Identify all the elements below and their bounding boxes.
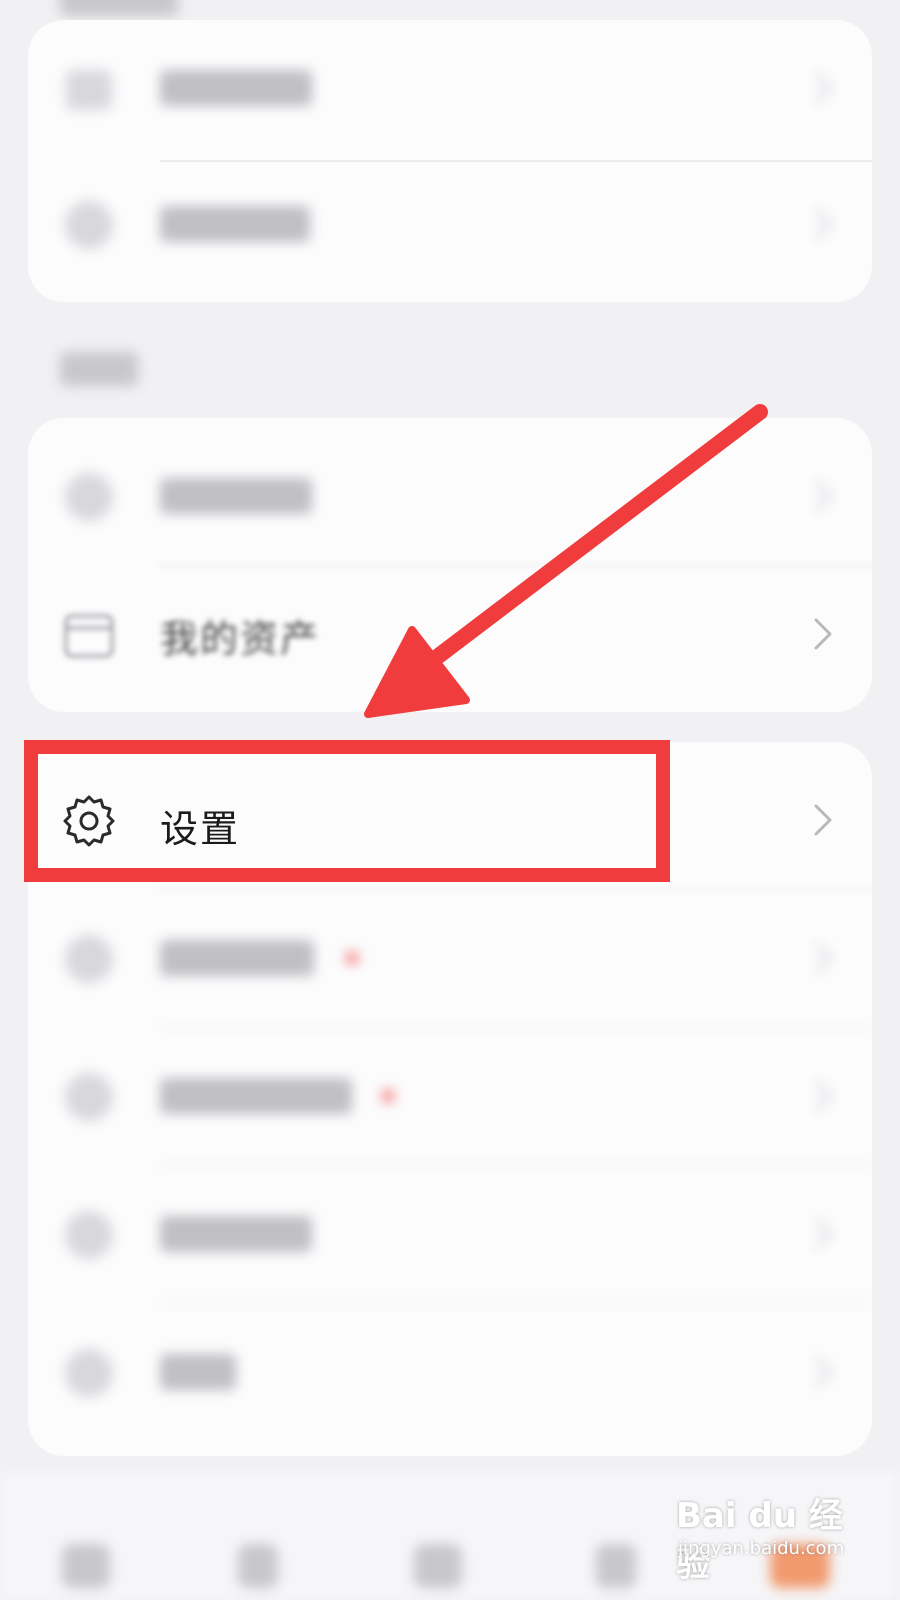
section-header	[60, 352, 138, 386]
chevron-right-icon	[814, 618, 832, 650]
notification-dot	[346, 952, 358, 964]
list-item-feedback[interactable]	[28, 1166, 872, 1304]
watermark-logo: Bai du 经验	[676, 1496, 843, 1585]
feedback-icon	[65, 1211, 113, 1259]
chevron-right-icon	[814, 804, 832, 836]
list-item-label-blurred	[160, 478, 312, 514]
list-item-label-blurred	[160, 1078, 352, 1114]
highlight-rectangle	[24, 740, 670, 882]
profile-icon	[65, 201, 113, 249]
list-item-label-blurred	[160, 206, 310, 242]
section-header-top	[60, 0, 178, 16]
list-item-label-blurred	[160, 1354, 236, 1390]
help-icon	[65, 1073, 113, 1121]
middle-card: 我的资产	[28, 418, 872, 712]
chevron-right-icon	[814, 1356, 833, 1388]
list-item-orders[interactable]	[28, 428, 872, 566]
watermark-url: jingyan.baidu.com	[678, 1538, 845, 1559]
wallet-icon	[64, 614, 114, 658]
chevron-right-icon	[814, 942, 833, 974]
chevron-right-icon	[814, 1080, 833, 1112]
list-item-label: 我的资产	[160, 617, 321, 661]
chevron-right-icon	[814, 208, 833, 240]
about-icon	[65, 1349, 113, 1397]
tab-home-icon[interactable]	[62, 1544, 110, 1588]
list-item-label-blurred	[160, 70, 312, 106]
top-card	[28, 20, 872, 302]
list-item-my-assets[interactable]: 我的资产	[28, 566, 872, 704]
service-icon	[65, 935, 113, 983]
list-item-label-blurred	[160, 940, 314, 976]
list-item-label-blurred	[160, 1216, 312, 1252]
notification-dot	[382, 1090, 394, 1102]
folder-icon	[66, 70, 112, 110]
tab-cart-icon[interactable]	[596, 1544, 636, 1588]
order-icon	[65, 473, 113, 521]
list-item-folder[interactable]	[28, 20, 872, 158]
list-item-help[interactable]	[28, 1028, 872, 1166]
list-item-service[interactable]	[28, 890, 872, 1028]
list-item-profile[interactable]	[28, 156, 872, 294]
chevron-right-icon	[814, 480, 833, 512]
chevron-right-icon	[814, 1218, 833, 1250]
tab-message-icon[interactable]	[414, 1544, 462, 1588]
tab-discover-icon[interactable]	[238, 1544, 278, 1588]
watermark: Bai du 经验 jingyan.baidu.com	[676, 1478, 876, 1585]
list-item-about[interactable]	[28, 1304, 872, 1442]
chevron-right-icon	[814, 72, 833, 104]
